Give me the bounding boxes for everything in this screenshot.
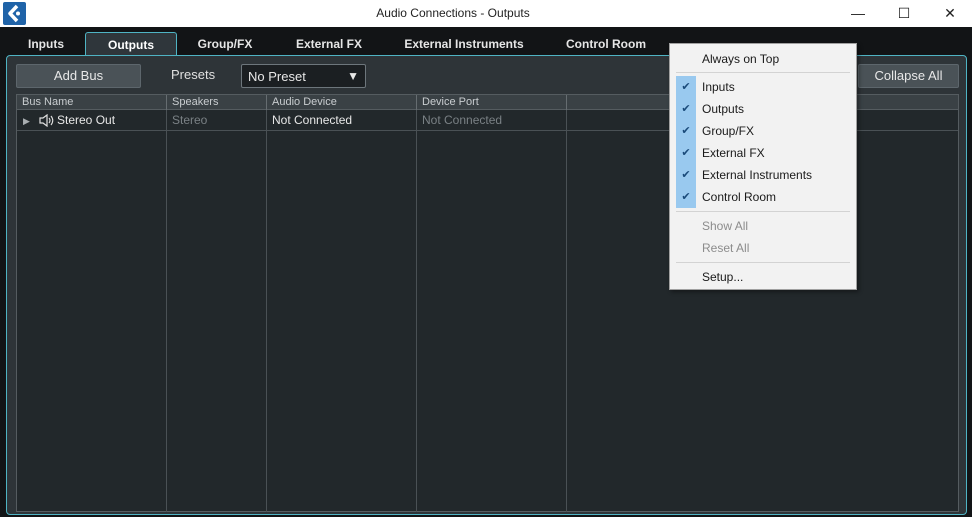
window-title: Audio Connections - Outputs — [376, 6, 530, 20]
menu-item-always-on-top[interactable]: Always on Top — [672, 48, 854, 70]
check-icon: ✔ — [676, 98, 696, 120]
speaker-icon — [39, 114, 54, 127]
tab-outputs[interactable]: Outputs — [85, 32, 177, 56]
check-icon: ✔ — [676, 120, 696, 142]
check-icon: ✔ — [676, 76, 696, 98]
triangle-down-icon: ▼ — [347, 69, 359, 83]
check-icon: ✔ — [676, 164, 696, 186]
header-device-port[interactable]: Device Port — [417, 95, 567, 110]
menu-item-label: Inputs — [702, 80, 735, 94]
maximize-button[interactable]: ☐ — [881, 0, 927, 27]
tab-visibility-menu: Always on Top ✔ Inputs ✔ Outputs ✔ Group/FX… — [669, 43, 857, 290]
menu-separator — [676, 262, 850, 263]
menu-item-external-fx[interactable]: ✔ External FX — [672, 142, 854, 164]
presets-label: Presets — [171, 67, 216, 82]
tab-group-fx[interactable]: Group/FX — [186, 32, 264, 56]
menu-item-label: External FX — [702, 146, 765, 160]
menu-item-show-all[interactable]: Show All — [672, 215, 854, 237]
menu-item-label: External Instruments — [702, 168, 813, 182]
check-icon: ✔ — [676, 142, 696, 164]
bus-name-cell[interactable]: Stereo Out — [57, 111, 167, 131]
menu-separator — [676, 72, 850, 73]
header-bus-name[interactable]: Bus Name — [17, 95, 167, 110]
title-bar: Audio Connections - Outputs — ☐ ✕ — [0, 0, 972, 27]
menu-item-setup[interactable]: Setup... — [672, 266, 854, 288]
menu-item-label: Group/FX — [702, 124, 755, 138]
tab-external-fx[interactable]: External FX — [284, 32, 374, 56]
tab-external-instruments[interactable]: External Instruments — [394, 32, 534, 56]
speakers-cell: Stereo — [172, 113, 208, 127]
minimize-button[interactable]: — — [835, 0, 881, 27]
column-divider — [166, 110, 167, 512]
column-divider — [566, 110, 567, 512]
tab-control-room[interactable]: Control Room — [556, 32, 656, 56]
menu-item-control-room[interactable]: ✔ Control Room — [672, 186, 854, 208]
menu-item-group-fx[interactable]: ✔ Group/FX — [672, 120, 854, 142]
header-speakers[interactable]: Speakers — [167, 95, 267, 110]
add-bus-button[interactable]: Add Bus — [16, 64, 141, 88]
menu-item-label: Control Room — [702, 190, 777, 204]
menu-item-outputs[interactable]: ✔ Outputs — [672, 98, 854, 120]
triangle-right-icon[interactable]: ▶ — [23, 116, 30, 127]
check-icon: ✔ — [676, 186, 696, 208]
audio-device-cell[interactable]: Not Connected — [267, 111, 417, 131]
menu-item-reset-all[interactable]: Reset All — [672, 237, 854, 259]
menu-item-label: Outputs — [702, 102, 745, 116]
collapse-all-button[interactable]: Collapse All — [858, 64, 959, 88]
preset-value: No Preset — [248, 69, 306, 84]
close-button[interactable]: ✕ — [927, 0, 972, 27]
preset-dropdown[interactable]: No Preset ▼ — [241, 64, 366, 88]
audio-connections-window: { "window": { "title": "Audio Connection… — [0, 0, 972, 517]
menu-separator — [676, 211, 850, 212]
tab-inputs[interactable]: Inputs — [14, 32, 78, 56]
header-audio-device[interactable]: Audio Device — [267, 95, 417, 110]
menu-item-inputs[interactable]: ✔ Inputs — [672, 76, 854, 98]
device-port-cell[interactable]: Not Connected — [417, 111, 567, 131]
column-divider — [416, 110, 417, 512]
menu-item-external-instruments[interactable]: ✔ External Instruments — [672, 164, 854, 186]
column-divider — [266, 110, 267, 512]
